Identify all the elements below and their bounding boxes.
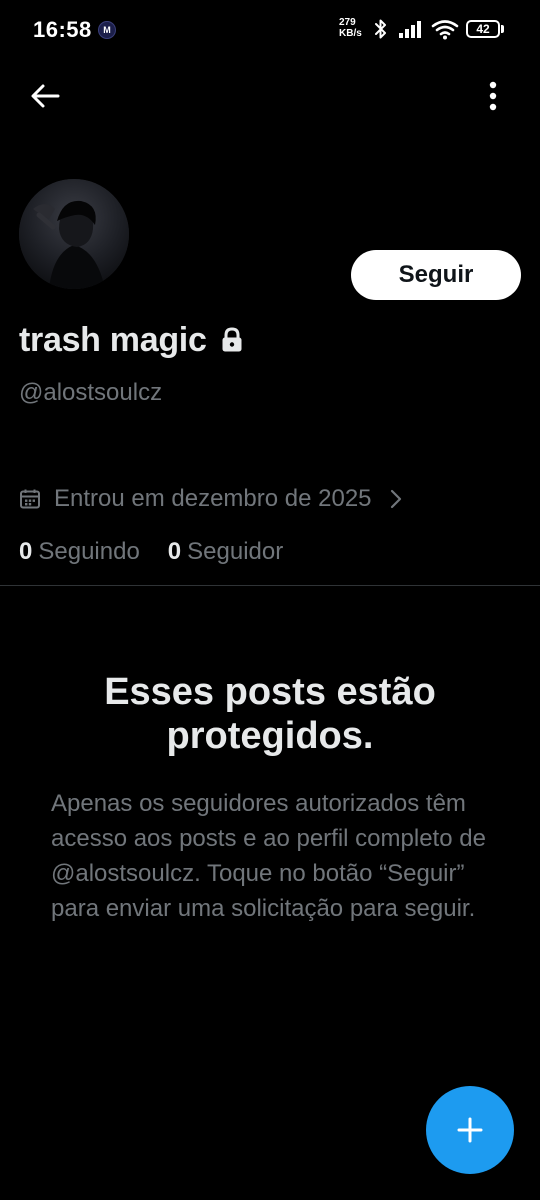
follow-stats: 0 Seguindo 0 Seguidor (19, 533, 283, 571)
back-button[interactable] (22, 73, 68, 119)
display-name-row: trash magic (19, 317, 243, 363)
follow-button[interactable]: Seguir (351, 250, 521, 300)
lock-icon (221, 327, 243, 353)
network-speed: 279 KB/s (339, 17, 369, 39)
arrow-left-icon (30, 83, 60, 109)
following-label: Seguindo (38, 538, 140, 565)
battery-icon: 42 (466, 20, 500, 38)
plus-icon (456, 1116, 484, 1144)
username: @alostsoulcz (19, 379, 163, 406)
protected-posts-title: Esses posts estão protegidos. (104, 671, 436, 757)
more-options-button[interactable] (470, 73, 516, 119)
network-speed-value: 279 (339, 17, 356, 28)
wifi-icon (431, 18, 459, 45)
followers-count: 0 (167, 538, 182, 565)
signal-icon (399, 20, 425, 43)
compose-button[interactable] (426, 1086, 514, 1174)
joined-date-text: Entrou em dezembro de 2025 (54, 485, 372, 512)
more-vertical-icon (488, 81, 498, 111)
followers-stat[interactable]: 0 Seguidor (168, 538, 283, 566)
bluetooth-icon (372, 18, 390, 45)
network-speed-unit: KB/s (339, 28, 362, 39)
following-count: 0 (19, 538, 33, 565)
divider (0, 585, 540, 586)
status-time: 16:58 (33, 17, 92, 42)
following-stat[interactable]: 0 Seguindo (19, 538, 140, 566)
protected-posts-description: Apenas os seguidores autorizados têm ace… (51, 790, 486, 922)
status-bar: 16:58 M 279 KB/s 42 (0, 0, 540, 60)
chevron-right-icon (390, 489, 402, 509)
calendar-icon (19, 488, 41, 510)
followers-label: Seguidor (187, 538, 284, 565)
joined-date-row[interactable]: Entrou em dezembro de 2025 (19, 480, 402, 518)
app-notification-icon: M (98, 21, 116, 39)
display-name: trash magic (19, 320, 207, 359)
battery-tip (501, 25, 504, 33)
avatar[interactable] (19, 179, 129, 289)
